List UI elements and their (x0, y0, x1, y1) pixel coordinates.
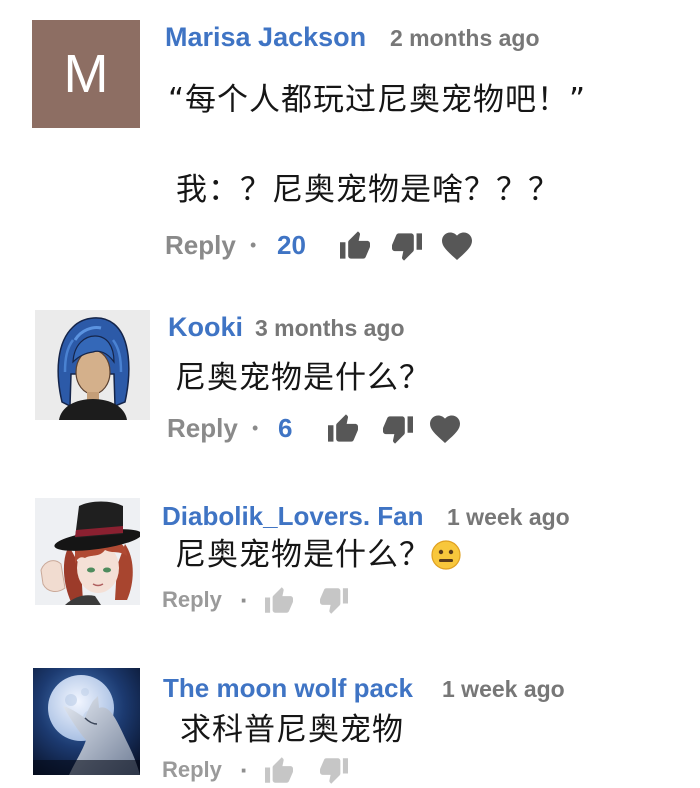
thumbs-down-icon[interactable] (381, 415, 415, 445)
avatar-letter: M (63, 44, 109, 104)
reply-button[interactable]: Reply (162, 587, 222, 613)
heart-icon[interactable] (428, 414, 462, 444)
thumbs-down-icon[interactable] (318, 757, 350, 785)
avatar-kooki[interactable] (35, 310, 150, 420)
thumbs-down-icon[interactable] (390, 232, 424, 262)
thumbs-up-icon[interactable] (263, 586, 295, 614)
comment-item-the-moon-wolf-pack: The moon wolf pack 1 week ago 求科普尼奥宠物 Re… (0, 660, 700, 788)
thumbs-up-icon[interactable] (326, 413, 360, 443)
heart-icon[interactable] (440, 231, 474, 261)
comment-text-line: 尼奥宠物是什么？ (175, 360, 431, 396)
comment-item-marisa-jackson: M Marisa Jackson 2 months ago “每个人都玩过尼奥宠… (0, 0, 700, 261)
comment-author[interactable]: Diabolik_Lovers. Fan (162, 501, 424, 531)
comment-text-line: 我：？尼奥宠物是啥？？？ (176, 172, 560, 208)
cartoon-blue-hair-avatar-icon (35, 310, 150, 420)
thumbs-down-icon[interactable] (318, 587, 350, 615)
howling-wolf-moon-avatar-icon (33, 668, 140, 775)
comment-item-diabolik-lovers-fan: Diabolik_Lovers. Fan 1 week ago 尼奥宠物是什么？… (0, 490, 700, 618)
comment-timestamp[interactable]: 3 months ago (255, 314, 405, 342)
comment-author[interactable]: Kooki (168, 312, 243, 342)
comment-timestamp[interactable]: 1 week ago (442, 675, 565, 703)
comment-author[interactable]: Marisa Jackson (165, 22, 366, 52)
comment-author[interactable]: The moon wolf pack (163, 673, 413, 703)
reply-button[interactable]: Reply (162, 757, 222, 783)
neutral-face-emoji-icon (430, 539, 462, 571)
thumbs-up-icon[interactable] (338, 230, 372, 260)
avatar-diabolik-lovers-fan[interactable] (35, 498, 140, 605)
like-count: 20 (277, 230, 306, 260)
action-separator: • (250, 235, 257, 255)
avatar-marisa-jackson[interactable]: M (32, 20, 140, 128)
thumbs-up-icon[interactable] (263, 756, 295, 784)
comment-text-line: 尼奥宠物是什么？ (175, 537, 431, 573)
reply-button[interactable]: Reply (167, 413, 238, 443)
like-count: 6 (278, 413, 293, 443)
action-separator: · (240, 585, 249, 615)
anime-character-top-hat-avatar-icon (35, 498, 140, 605)
comment-text-line: 求科普尼奥宠物 (180, 712, 404, 748)
comment-timestamp[interactable]: 1 week ago (447, 503, 570, 531)
comment-text-line: “每个人都玩过尼奥宠物吧！” (168, 82, 587, 118)
comment-item-kooki: Kooki 3 months ago 尼奥宠物是什么？ Reply • 6 (0, 300, 700, 444)
action-separator: · (240, 755, 249, 785)
comment-timestamp[interactable]: 2 months ago (390, 24, 540, 52)
avatar-the-moon-wolf-pack[interactable] (33, 668, 140, 775)
reply-button[interactable]: Reply (165, 230, 236, 260)
action-separator: • (252, 418, 259, 438)
